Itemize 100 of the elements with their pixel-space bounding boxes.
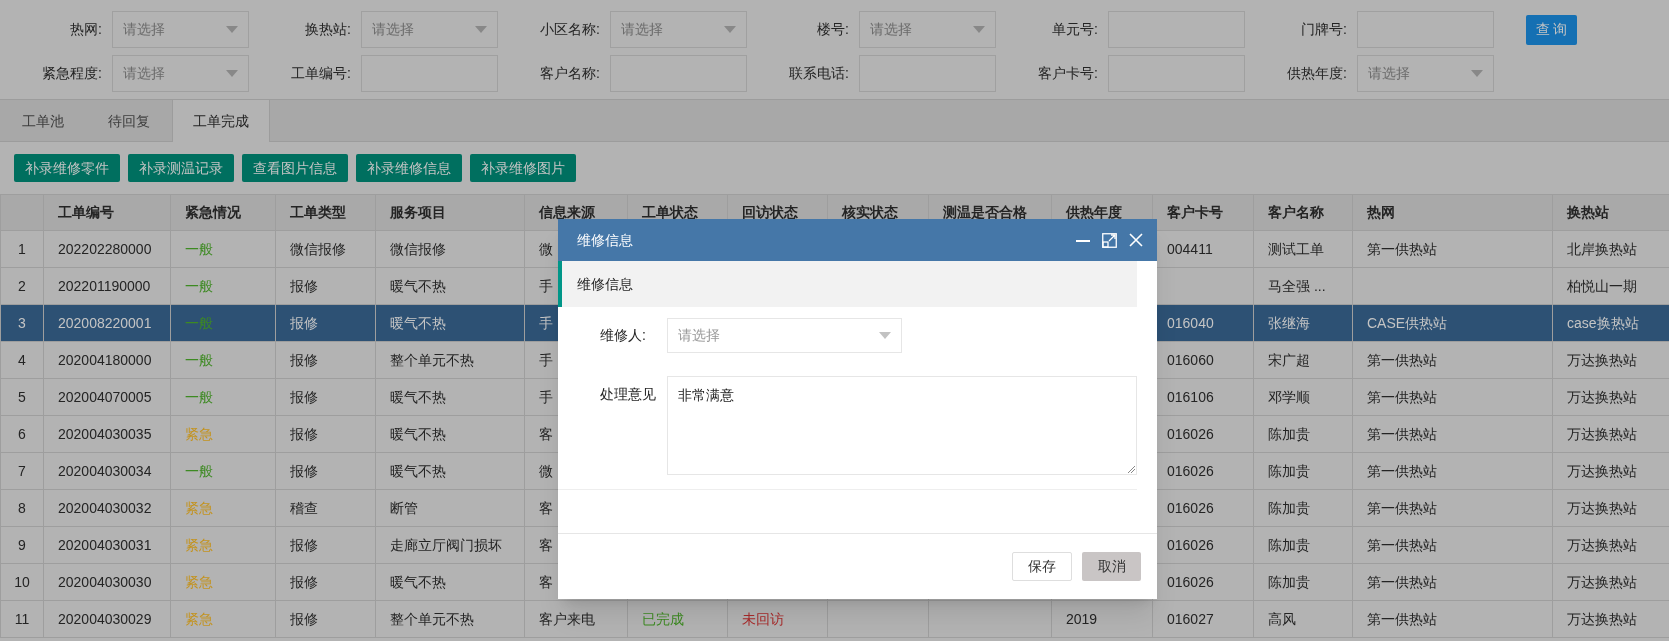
row-number: 6 xyxy=(18,425,26,442)
table-cell: 第一供热站 xyxy=(1367,610,1437,627)
toolbar-button[interactable]: 查看图片信息 xyxy=(242,154,348,182)
table-cell: 陈加贵 xyxy=(1268,573,1310,590)
table-cell: 第一供热站 xyxy=(1367,388,1437,405)
toolbar-button[interactable]: 补录测温记录 xyxy=(128,154,234,182)
toolbar-button[interactable]: 补录维修图片 xyxy=(470,154,576,182)
table-cell: 202004030031 xyxy=(58,536,152,553)
table-cell: 紧急 xyxy=(185,499,213,516)
select-field[interactable]: 请选择 xyxy=(361,11,498,48)
select-field[interactable]: 请选择 xyxy=(1357,55,1494,92)
table-cell: 一般 xyxy=(185,388,213,405)
table-cell: 202004180000 xyxy=(58,351,152,368)
toolbar-button[interactable]: 补录维修信息 xyxy=(356,154,462,182)
table-cell: 手 xyxy=(539,314,553,331)
field-label: 门牌号: xyxy=(1300,20,1347,39)
table-cell: 稽查 xyxy=(290,499,318,516)
table-cell: 报修 xyxy=(290,277,318,294)
select-field[interactable]: 请选择 xyxy=(112,11,249,48)
table-cell: 016040 xyxy=(1167,314,1214,331)
cancel-button[interactable]: 取消 xyxy=(1082,552,1141,581)
field-label: 热网: xyxy=(69,20,102,39)
table-cell: 客 xyxy=(539,573,553,590)
row-number: 4 xyxy=(18,351,26,368)
select-field[interactable]: 请选择 xyxy=(859,11,996,48)
table-cell: 016026 xyxy=(1167,536,1214,553)
table-cell: 紧急 xyxy=(185,610,213,627)
save-button[interactable]: 保存 xyxy=(1012,552,1072,581)
column-header: 热网 xyxy=(1367,204,1395,220)
table-cell: 手 xyxy=(539,388,553,405)
resize-grip-icon[interactable] xyxy=(1127,465,1135,473)
table-cell: 万达换热站 xyxy=(1567,573,1637,590)
select-field[interactable]: 请选择 xyxy=(610,11,747,48)
table-cell: 暖气不热 xyxy=(390,314,446,331)
column-header: 服务项目 xyxy=(390,204,446,220)
column-header: 工单类型 xyxy=(290,204,346,220)
table-cell: 004411 xyxy=(1167,240,1213,257)
field-label: 工单编号: xyxy=(290,64,351,83)
table-cell: 202004030032 xyxy=(58,499,152,516)
toolbar-button[interactable]: 补录维修零件 xyxy=(14,154,120,182)
select-field[interactable]: 请选择 xyxy=(667,318,902,353)
query-button[interactable]: 查 询 xyxy=(1526,14,1577,45)
row-number: 8 xyxy=(18,499,26,516)
field-label: 客户卡号: xyxy=(1037,64,1098,83)
tab[interactable]: 工单完成 xyxy=(172,100,270,142)
table-cell: 第一供热站 xyxy=(1367,240,1437,257)
table-cell: 202004030034 xyxy=(58,462,152,479)
table-cell: 北岸换热站 xyxy=(1567,240,1637,257)
table-cell: 第一供热站 xyxy=(1367,462,1437,479)
table-cell: 第一供热站 xyxy=(1367,573,1437,590)
column-header: 换热站 xyxy=(1567,204,1609,220)
table-cell: case换热站 xyxy=(1567,314,1639,331)
caret-icon xyxy=(226,70,238,77)
table-cell: 第一供热站 xyxy=(1367,536,1437,553)
table-cell: 一般 xyxy=(185,351,213,368)
table-cell: 整个单元不热 xyxy=(390,351,474,368)
column-header: 信息来源 xyxy=(539,204,595,220)
field-label: 小区名称: xyxy=(539,20,600,39)
table-cell: 202008220001 xyxy=(58,314,152,331)
table-cell: 第一供热站 xyxy=(1367,499,1437,516)
select-field[interactable]: 请选择 xyxy=(112,55,249,92)
table-cell: 2019 xyxy=(1066,610,1098,627)
table-cell: 016026 xyxy=(1167,573,1214,590)
text-area[interactable]: 非常满意 xyxy=(667,376,1137,475)
column-header: 供热年度 xyxy=(1066,204,1122,220)
tab[interactable]: 待回复 xyxy=(86,100,172,142)
row-number: 1 xyxy=(18,240,26,257)
dialog-title: 维修信息 xyxy=(577,230,633,250)
table-cell: 紧急 xyxy=(185,536,213,553)
table-cell: 已完成 xyxy=(642,610,684,627)
tab[interactable]: 工单池 xyxy=(0,100,86,142)
table-cell: 手 xyxy=(539,277,553,294)
table-cell: 万达换热站 xyxy=(1567,536,1637,553)
maximize-icon[interactable] xyxy=(1102,232,1117,248)
table-cell: 202004030030 xyxy=(58,573,152,590)
table-cell: 万达换热站 xyxy=(1567,499,1637,516)
table-cell: 万达换热站 xyxy=(1567,388,1637,405)
row-number: 2 xyxy=(18,277,26,294)
caret-icon xyxy=(1471,70,1483,77)
row-number: 7 xyxy=(18,462,26,479)
table-cell: 一般 xyxy=(185,462,213,479)
table-cell: 微 xyxy=(539,240,553,257)
table-cell: 202004030029 xyxy=(58,610,152,627)
table-cell: 暖气不热 xyxy=(390,277,446,294)
table-cell: 手 xyxy=(539,351,553,368)
table-cell: 016106 xyxy=(1167,388,1214,405)
close-icon[interactable] xyxy=(1129,233,1143,247)
table-cell: 暖气不热 xyxy=(390,425,446,442)
column-header: 工单状态 xyxy=(642,204,698,220)
table-row[interactable]: 11 202004030029 紧急 报修 整个单元不热 客户来电 已完成 未回访 2019 016027 高风 第一供热站 万达换热站 xyxy=(0,600,1669,638)
column-header: 测温是否合格 xyxy=(943,204,1027,220)
table-cell: 陈加贵 xyxy=(1268,499,1310,516)
table-cell: 陈加贵 xyxy=(1268,536,1310,553)
field-label: 单元号: xyxy=(1051,20,1098,39)
field-label: 换热站: xyxy=(304,20,351,39)
table-cell: 暖气不热 xyxy=(390,462,446,479)
table-cell: 202004070005 xyxy=(58,388,152,405)
table-cell: 陈加贵 xyxy=(1268,425,1310,442)
table-cell: 第一供热站 xyxy=(1367,425,1437,442)
table-cell: 报修 xyxy=(290,573,318,590)
